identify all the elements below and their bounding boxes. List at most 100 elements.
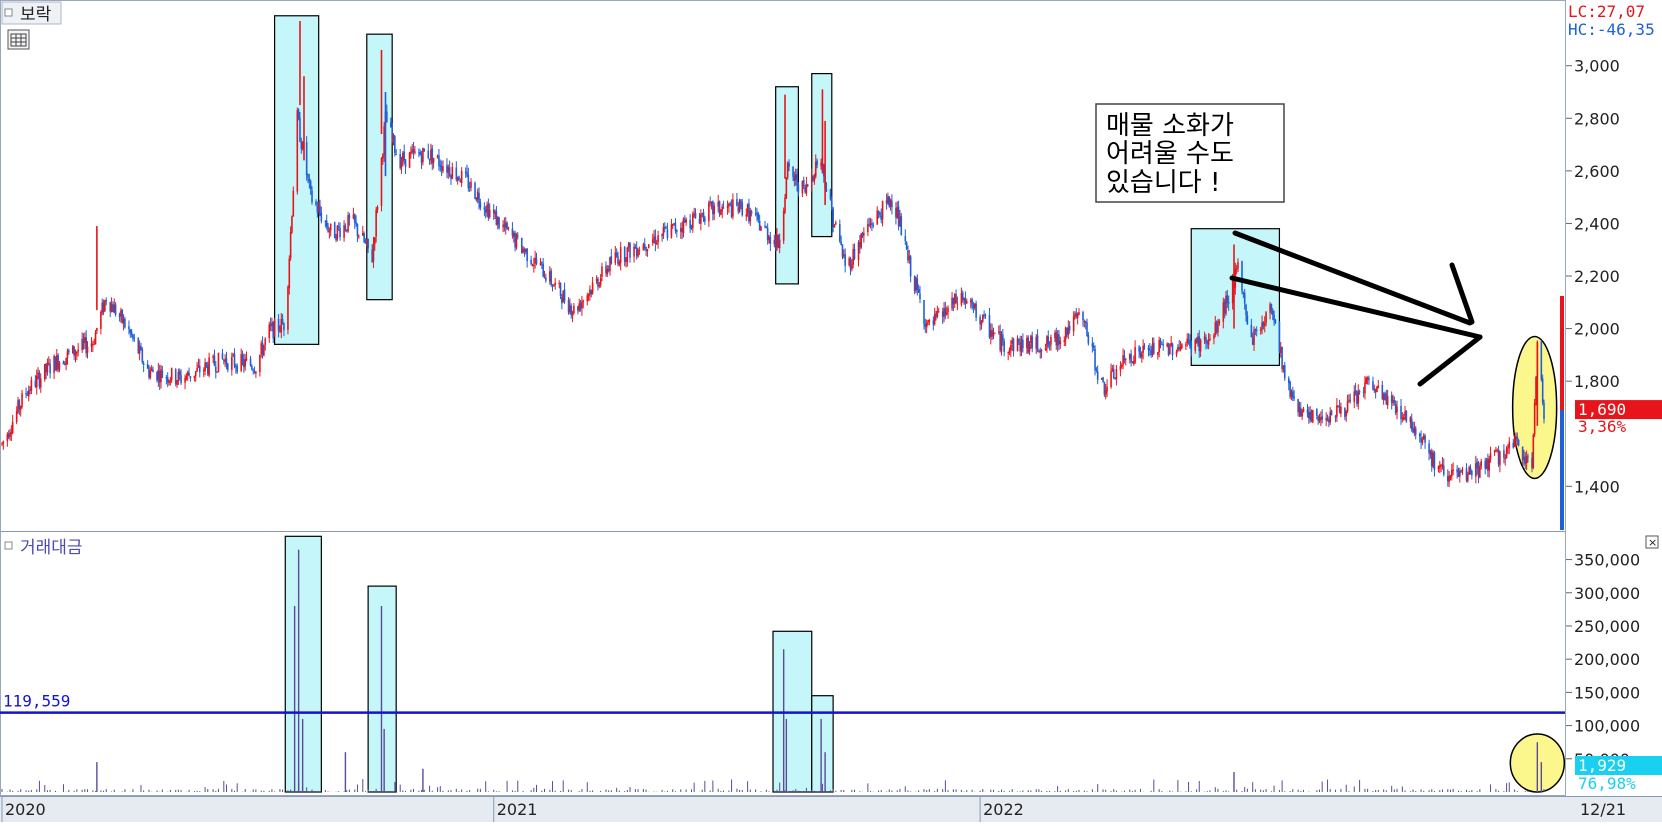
candle-body xyxy=(665,227,667,229)
candle-body xyxy=(133,337,136,339)
candle-body xyxy=(1340,406,1342,414)
square-bullet-icon xyxy=(4,541,13,550)
candle-body xyxy=(348,215,351,219)
candle-body xyxy=(1377,385,1380,388)
candle-body xyxy=(1316,408,1318,416)
candle-body xyxy=(700,214,702,224)
candle-body xyxy=(1364,382,1366,394)
candle-body xyxy=(713,205,716,215)
candle-body xyxy=(1424,435,1426,443)
candle-body xyxy=(339,227,341,238)
candle-body xyxy=(1237,262,1239,269)
price-tick-label: 1,800 xyxy=(1574,372,1620,391)
candle-body xyxy=(1543,402,1545,420)
candle-body xyxy=(785,177,788,199)
candle-body xyxy=(283,323,285,331)
candle-body xyxy=(2,441,5,444)
candle-body xyxy=(1330,410,1333,416)
candle-body xyxy=(1405,410,1408,422)
candle-body xyxy=(1119,366,1122,371)
candle-body xyxy=(1078,312,1080,315)
candle-body xyxy=(35,375,38,388)
candle-body xyxy=(1213,335,1215,339)
candle-body xyxy=(591,282,594,294)
candle-body xyxy=(355,222,357,225)
candle-body xyxy=(526,248,528,262)
candle-body xyxy=(945,312,948,315)
candle-body xyxy=(1452,469,1454,472)
candle-body xyxy=(233,354,236,366)
candle-body xyxy=(427,150,430,159)
candle-body xyxy=(1031,336,1034,349)
candle-body xyxy=(704,217,706,222)
candle-body xyxy=(309,180,312,190)
stock-title[interactable]: 보락 xyxy=(1,1,62,25)
candle-body xyxy=(498,217,500,228)
candle-body xyxy=(615,252,618,257)
candle-body xyxy=(1110,370,1112,387)
candle-body xyxy=(1087,334,1090,344)
candle-body xyxy=(1243,292,1246,304)
candle-body xyxy=(1096,371,1099,380)
candle-body xyxy=(1050,336,1052,345)
candle-body xyxy=(344,225,347,230)
candle-body xyxy=(466,171,468,176)
close-pane-button[interactable]: × xyxy=(1645,535,1659,549)
candle-body xyxy=(1207,339,1210,345)
candle-body xyxy=(1226,295,1229,303)
candle-body xyxy=(1130,354,1132,362)
candle-body xyxy=(816,160,818,166)
candle-body xyxy=(1022,340,1024,349)
candle-body xyxy=(76,351,78,354)
candle-body xyxy=(86,346,89,353)
candle-body xyxy=(796,173,798,186)
volume-label: 거래대금 xyxy=(20,538,83,558)
price-tick-label: 2,000 xyxy=(1574,320,1620,339)
candle-body xyxy=(1372,381,1374,390)
candle-body xyxy=(778,239,781,248)
candle-body xyxy=(971,299,973,306)
candle-body xyxy=(623,247,626,262)
candle-body xyxy=(1209,338,1211,340)
price-tick-label: 3,000 xyxy=(1574,57,1620,76)
candle-body xyxy=(1336,405,1338,417)
candle-body xyxy=(1140,353,1143,358)
candle-body xyxy=(213,355,216,366)
candle-body xyxy=(1169,346,1171,355)
candle-body xyxy=(363,233,365,243)
candle-body xyxy=(169,380,172,382)
candle-body xyxy=(956,303,959,305)
candle-body xyxy=(599,278,602,286)
candle-body xyxy=(1149,349,1151,351)
candle-body xyxy=(178,371,181,376)
candle-body xyxy=(741,202,744,216)
candle-body xyxy=(1044,348,1047,351)
candle-body xyxy=(928,319,931,322)
candle-body xyxy=(1312,409,1314,423)
candle-body xyxy=(299,118,301,142)
candle-body xyxy=(442,166,444,172)
table-view-button[interactable] xyxy=(7,29,30,50)
candle-body xyxy=(792,166,794,177)
candle-body xyxy=(188,373,190,376)
candle-body xyxy=(881,200,884,220)
candle-body xyxy=(142,363,145,365)
candle-body xyxy=(1036,335,1039,351)
candle-body xyxy=(829,189,832,200)
candle-body xyxy=(390,122,392,128)
price-tick-label: 2,200 xyxy=(1574,267,1620,286)
candle-body xyxy=(432,157,435,163)
candle-body xyxy=(573,306,575,313)
candle-body xyxy=(722,207,725,209)
candle-body xyxy=(788,162,790,167)
candle-body xyxy=(320,212,323,222)
candle-body xyxy=(1513,440,1516,447)
candle-body xyxy=(1293,396,1295,399)
candle-body xyxy=(1205,337,1207,343)
candle-body xyxy=(1186,338,1189,344)
candle-body xyxy=(408,152,411,168)
candle-body xyxy=(1068,325,1071,331)
candle-body xyxy=(251,366,253,370)
candle-body xyxy=(619,247,622,264)
hc-value: HC:-46,35 xyxy=(1568,20,1655,39)
